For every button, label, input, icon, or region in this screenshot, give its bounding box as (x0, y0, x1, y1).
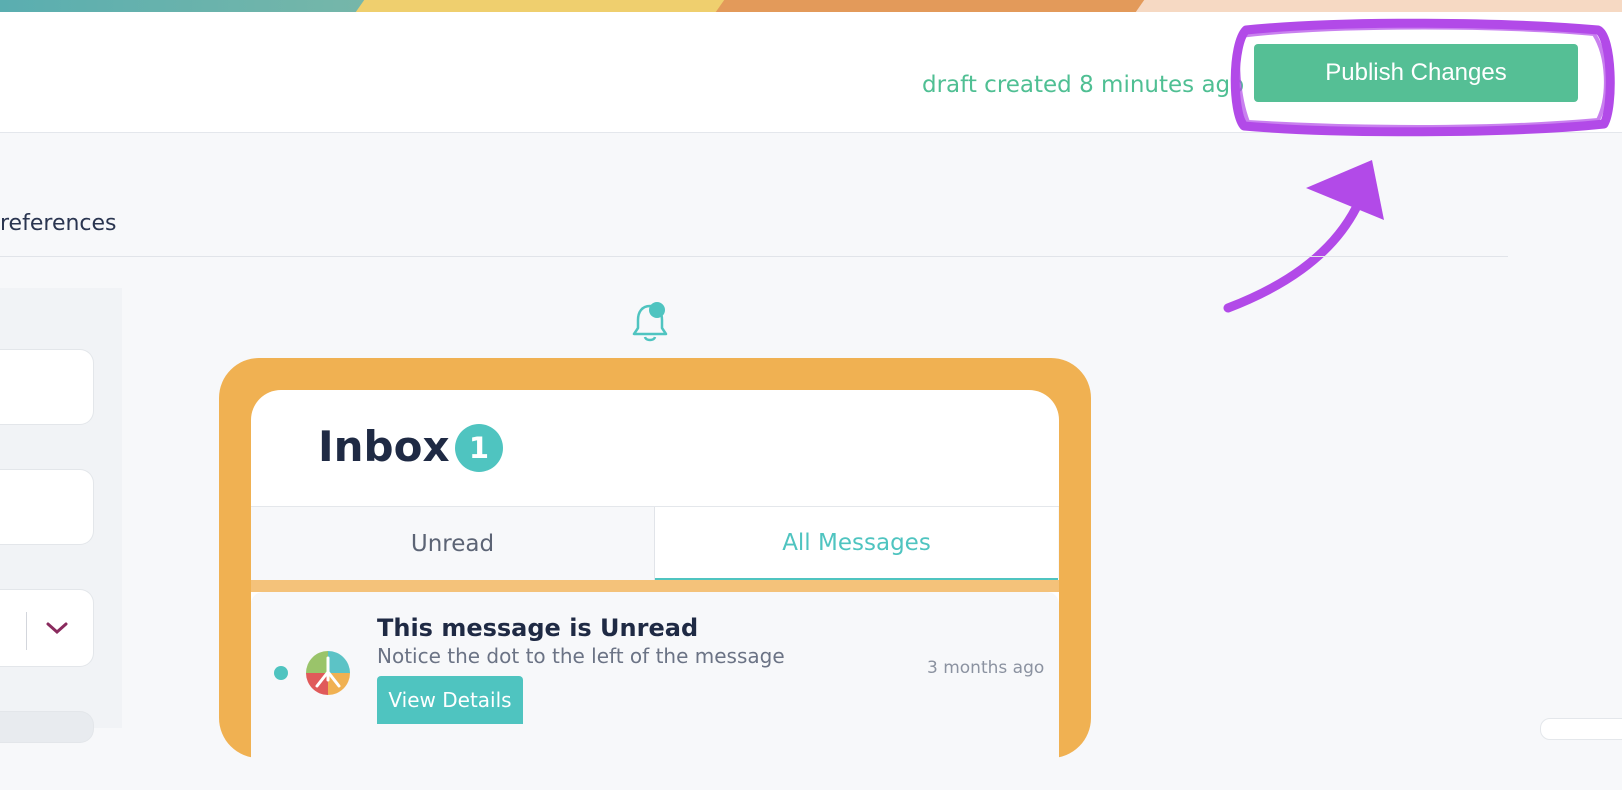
top-decorative-stripe (0, 0, 1622, 12)
message-timestamp: 3 months ago (927, 658, 1045, 678)
settings-select[interactable] (0, 589, 94, 667)
view-details-button[interactable]: View Details (377, 676, 523, 724)
draft-status: draft created 8 minutes ago (922, 72, 1245, 98)
tab-all-messages[interactable]: All Messages (655, 507, 1058, 581)
list-divider (251, 580, 1059, 592)
tab-divider (0, 256, 1508, 257)
settings-input-1[interactable] (0, 349, 94, 425)
tab-unread[interactable]: Unread (251, 507, 655, 581)
unread-dot (274, 666, 288, 680)
annotation-scribble-circle (1230, 18, 1615, 137)
inbox-tabs: Unread All Messages (251, 506, 1059, 581)
inbox-card: Inbox 1 Unread All Messages This message… (251, 390, 1059, 790)
settings-input-2[interactable] (0, 469, 94, 545)
annotation-arrow (1223, 160, 1384, 313)
message-subtitle: Notice the dot to the left of the messag… (377, 644, 785, 668)
settings-input-4[interactable] (0, 711, 94, 743)
corner-widget[interactable] (1540, 718, 1622, 740)
chevron-down-icon[interactable] (44, 618, 70, 638)
list-item[interactable]: This message is Unread Notice the dot to… (251, 592, 1059, 790)
unread-count-badge: 1 (455, 424, 503, 472)
app-logo (306, 651, 350, 695)
message-title: This message is Unread (377, 614, 699, 642)
tab-preferences[interactable]: references (0, 211, 117, 236)
select-separator (26, 612, 27, 650)
inbox-title: Inbox (318, 422, 450, 471)
bell-icon[interactable] (630, 300, 670, 344)
